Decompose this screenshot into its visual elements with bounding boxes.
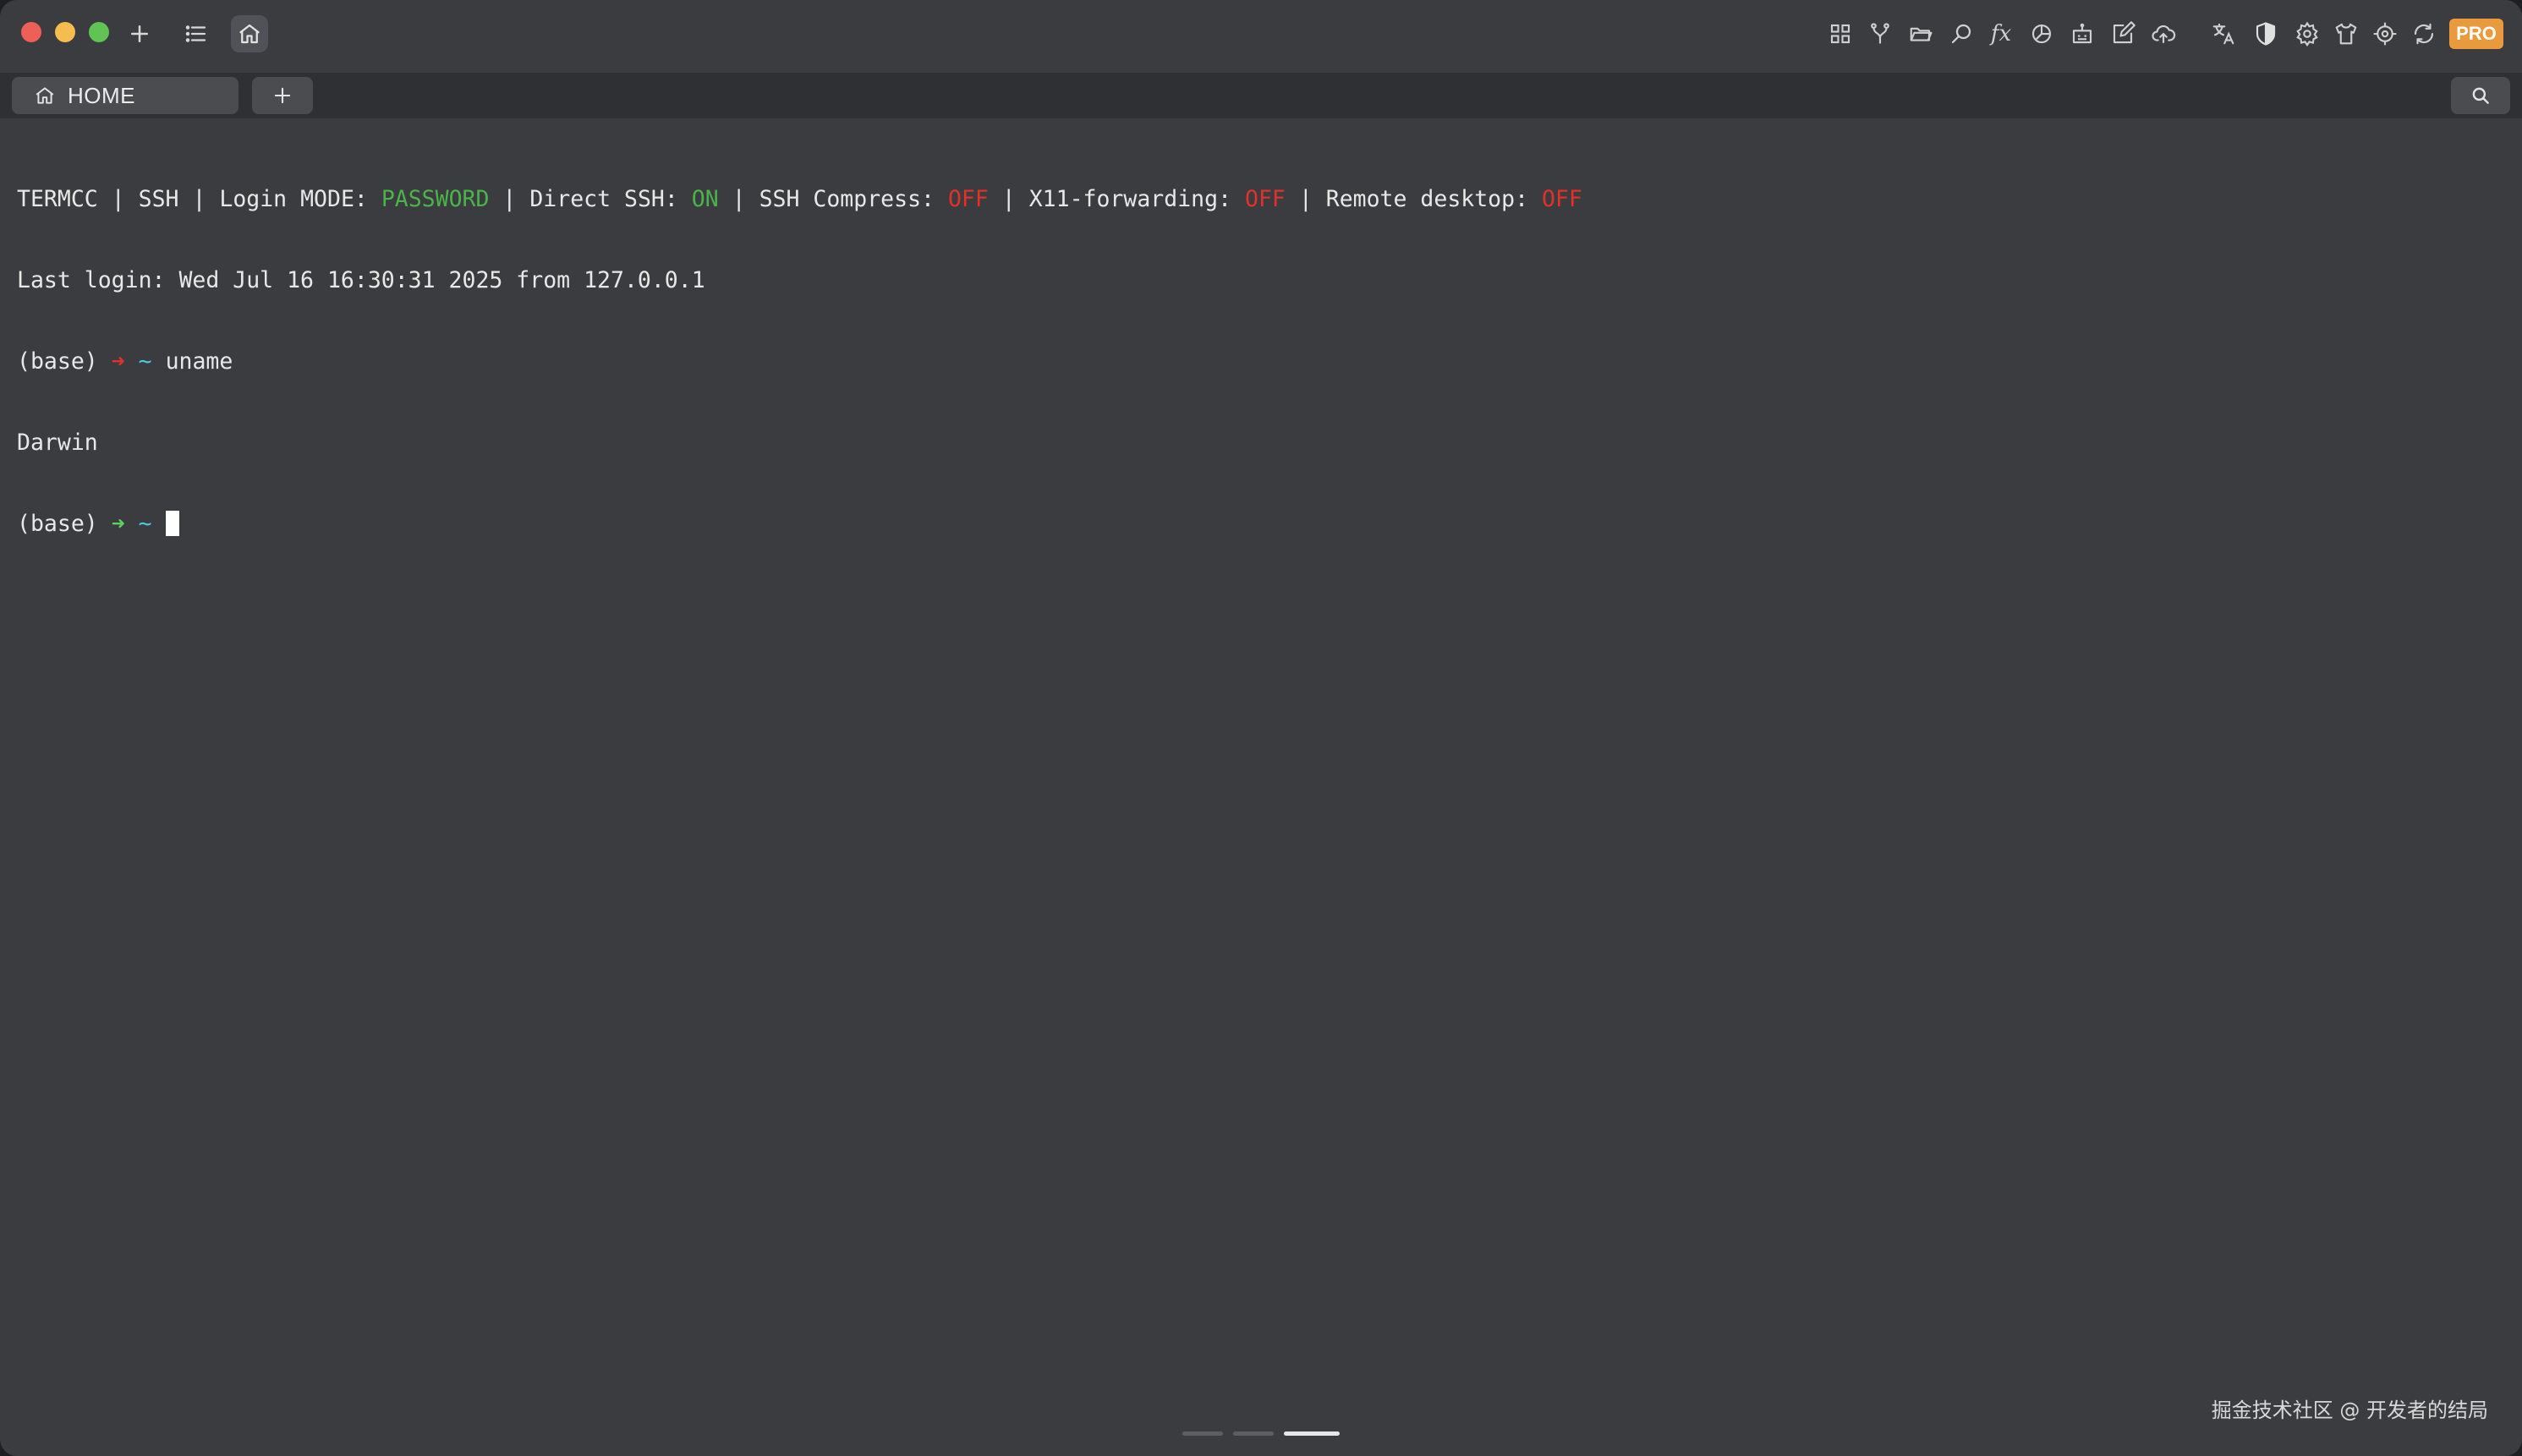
tab-bar: HOME	[0, 73, 2522, 118]
window-close-button[interactable]	[21, 22, 41, 42]
window-maximize-button[interactable]	[89, 22, 109, 42]
active-prompt-line: (base) ➜ ~	[17, 511, 2503, 538]
grid-icon[interactable]	[1825, 19, 1856, 49]
plus-icon	[127, 21, 152, 47]
command-text: uname	[166, 348, 233, 375]
search-icon[interactable]	[1946, 19, 1976, 49]
x11-value: OFF	[1245, 186, 1286, 212]
folder-icon[interactable]	[1905, 19, 1936, 49]
login-mode-value: PASSWORD	[381, 186, 490, 212]
new-session-button[interactable]	[121, 15, 158, 52]
session-list-button[interactable]	[178, 15, 215, 52]
tab-search-button[interactable]	[2451, 77, 2510, 114]
command-output: Darwin	[17, 430, 2503, 457]
robot-icon[interactable]	[2067, 19, 2097, 49]
tab-home[interactable]: HOME	[12, 77, 238, 114]
home-icon	[237, 21, 262, 47]
terminal-output[interactable]: TERMCC | SSH | Login MODE: PASSWORD | Di…	[17, 132, 2503, 1400]
status-line: TERMCC | SSH | Login MODE: PASSWORD | Di…	[17, 186, 2503, 213]
list-icon	[184, 21, 209, 47]
home-button[interactable]	[231, 15, 268, 52]
upload-icon[interactable]	[2148, 19, 2179, 49]
direct-ssh-value: ON	[692, 186, 719, 212]
fork-icon[interactable]	[1865, 19, 1895, 49]
page-indicator-3-active[interactable]	[1284, 1431, 1340, 1436]
app-window: fx PRO	[0, 0, 2522, 1456]
crosshair-icon[interactable]	[2370, 19, 2400, 49]
shirt-icon[interactable]	[2331, 19, 2361, 49]
tab-home-label: HOME	[68, 83, 135, 109]
compress-value: OFF	[948, 186, 989, 212]
page-indicator-2[interactable]	[1233, 1431, 1274, 1436]
prompt-dir: ~	[139, 511, 152, 537]
home-icon	[34, 85, 56, 107]
edit-icon[interactable]	[2108, 19, 2138, 49]
page-indicator-1[interactable]	[1182, 1431, 1223, 1436]
window-minimize-button[interactable]	[55, 22, 75, 42]
prompt-arrow: ➜	[112, 348, 125, 375]
pro-badge[interactable]: PRO	[2449, 19, 2503, 49]
chart-icon[interactable]	[2026, 19, 2057, 49]
prompt-arrow: ➜	[112, 511, 125, 537]
prompt-dir: ~	[139, 348, 152, 375]
title-bar: fx PRO	[0, 0, 2522, 68]
last-login-line: Last login: Wed Jul 16 16:30:31 2025 fro…	[17, 267, 2503, 294]
add-tab-button[interactable]	[252, 77, 313, 114]
search-icon	[2470, 85, 2492, 107]
gear-icon[interactable]	[2292, 19, 2322, 49]
translate-icon[interactable]	[2208, 19, 2239, 49]
watermark: 掘金技术社区 @ 开发者的结局	[2212, 1393, 2488, 1423]
plus-icon	[271, 84, 294, 107]
remote-desktop-value: OFF	[1542, 186, 1582, 212]
text-cursor	[166, 511, 179, 536]
refresh-icon[interactable]	[2409, 19, 2439, 49]
fx-icon[interactable]: fx	[1986, 19, 2016, 49]
shield-icon[interactable]	[2251, 19, 2281, 49]
command-line: (base) ➜ ~ uname	[17, 348, 2503, 375]
